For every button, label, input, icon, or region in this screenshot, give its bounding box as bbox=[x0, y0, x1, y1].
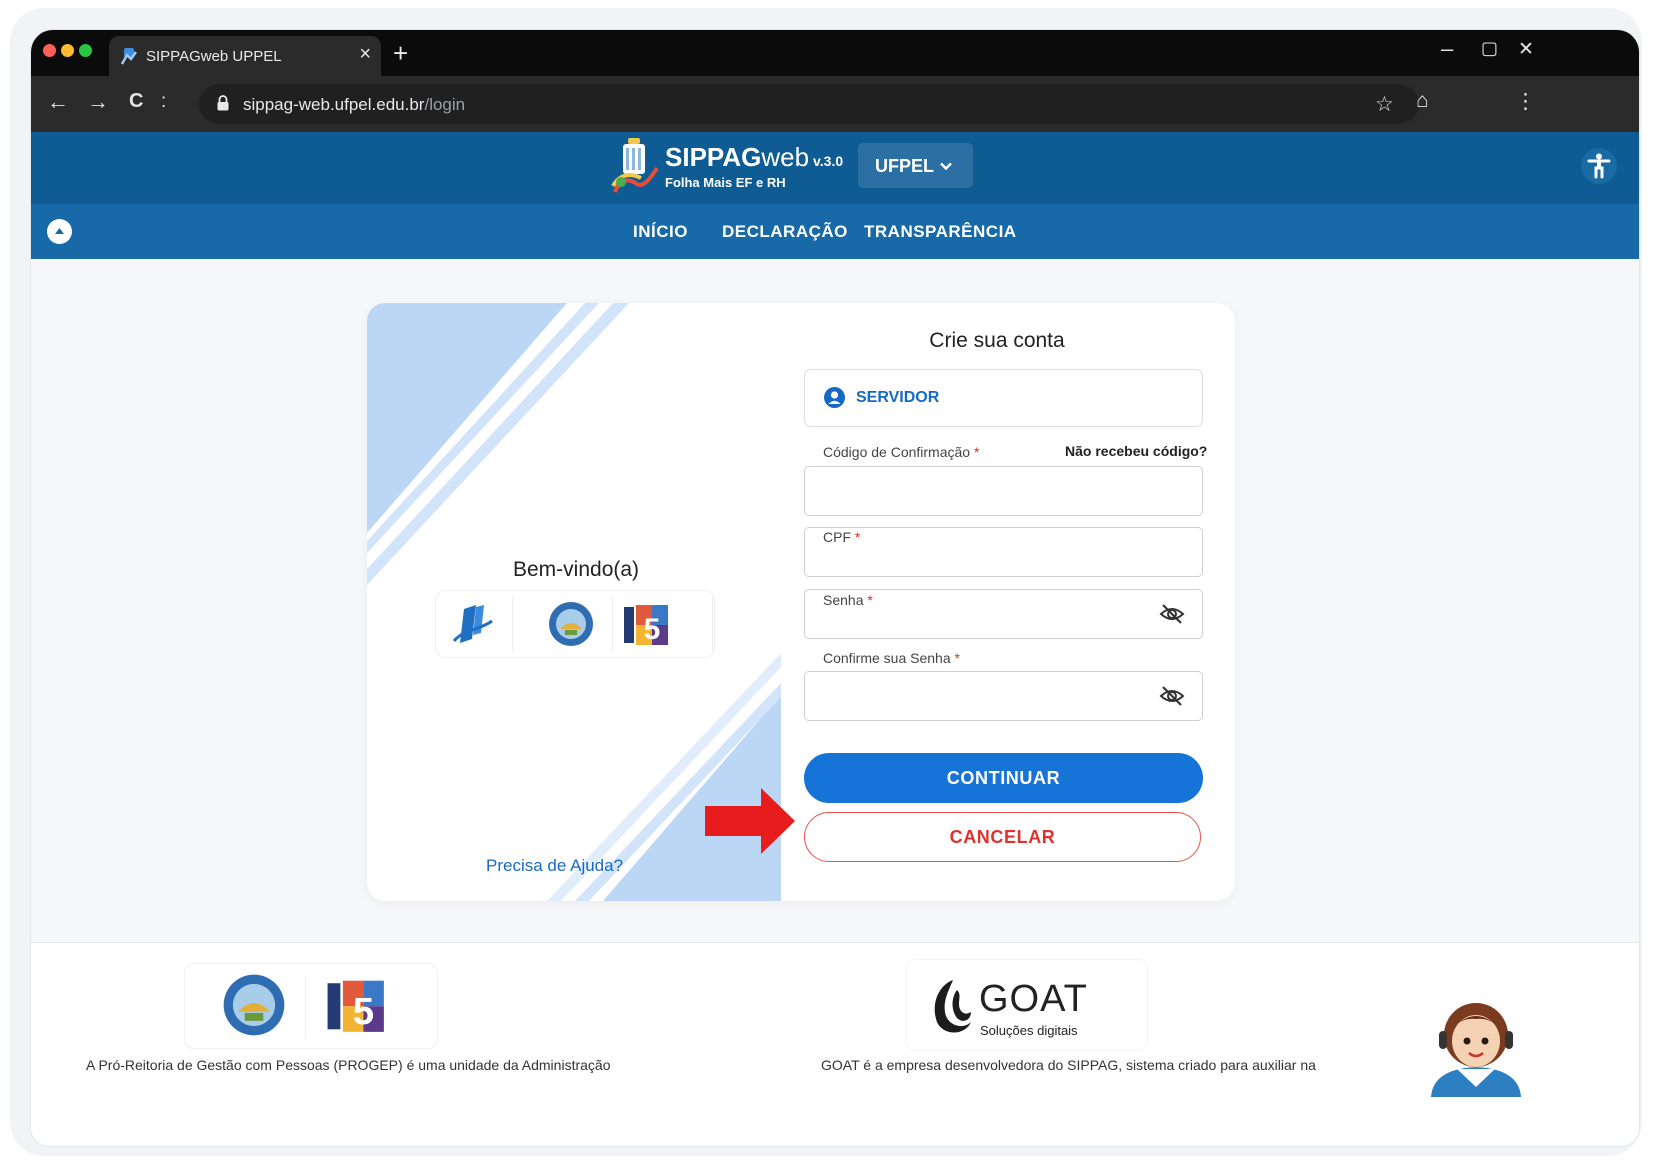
user-circle-icon bbox=[824, 387, 845, 408]
new-tab-icon[interactable]: + bbox=[393, 38, 408, 69]
password-input[interactable] bbox=[817, 610, 1151, 634]
cpf-field[interactable]: CPF * bbox=[804, 527, 1203, 577]
red-arrow-annotation bbox=[705, 788, 795, 854]
code-field-label: Código de Confirmação * bbox=[819, 444, 984, 460]
nav-inicio[interactable]: INÍCIO bbox=[633, 222, 688, 242]
nav-transparencia[interactable]: TRANSPARÊNCIA bbox=[864, 222, 1017, 242]
continue-button[interactable]: CONTINUAR bbox=[804, 753, 1203, 803]
ufpel-55-logo-icon: 5 bbox=[624, 605, 668, 646]
confirm-password-input[interactable] bbox=[817, 692, 1151, 716]
logo-divider bbox=[712, 597, 713, 651]
code-input[interactable] bbox=[817, 487, 1151, 511]
url-host: sippag-web.ufpel.edu.br bbox=[243, 95, 425, 114]
form-title: Crie sua conta bbox=[929, 329, 1065, 352]
nav-declaracao[interactable]: DECLARAÇÃO bbox=[722, 222, 848, 242]
eye-off-icon[interactable] bbox=[1159, 685, 1185, 707]
goat-description: GOAT é a empresa desenvolvedora do SIPPA… bbox=[821, 1057, 1316, 1073]
browser-toolbar: ← → C : sippag-web.ufpel.edu.br/login ☆ … bbox=[31, 76, 1639, 132]
address-bar[interactable]: sippag-web.ufpel.edu.br/login ☆ bbox=[199, 84, 1419, 124]
brand-version: v.3.0 bbox=[813, 153, 844, 169]
url-text: sippag-web.ufpel.edu.br/login bbox=[243, 95, 465, 115]
page-footer: 5 GOAT Soluções digitais A Pró-Reitoria … bbox=[31, 942, 1639, 1146]
chevron-up-icon bbox=[55, 228, 64, 234]
cancel-button[interactable]: CANCELAR bbox=[804, 812, 1201, 862]
brand-subtitle: Folha Mais EF e RH bbox=[665, 175, 786, 190]
chevron-down-icon bbox=[940, 162, 952, 171]
institution-select[interactable]: UFPEL bbox=[858, 143, 973, 188]
progep-seal-icon bbox=[223, 974, 285, 1036]
back-icon[interactable]: ← bbox=[47, 89, 69, 115]
sippag-favicon-icon bbox=[121, 48, 137, 65]
partner-logos: 5 bbox=[435, 590, 715, 658]
code-field[interactable] bbox=[804, 466, 1203, 516]
tab-bar: SIPPAGweb UPPEL × + – ▢ ✕ bbox=[31, 30, 1639, 76]
password-field-label: Senha * bbox=[819, 592, 877, 608]
virtual-assistant-avatar[interactable] bbox=[1421, 987, 1531, 1097]
confirm-field-label: Confirme sua Senha * bbox=[819, 650, 964, 666]
resend-code-link[interactable]: Não recebeu código? bbox=[1065, 443, 1207, 459]
svg-text:5: 5 bbox=[644, 613, 661, 646]
cpf-field-label: CPF * bbox=[819, 529, 865, 545]
browser-tab[interactable]: SIPPAGweb UPPEL × bbox=[109, 36, 381, 76]
logo-divider bbox=[512, 597, 513, 651]
sippag-logo-icon bbox=[452, 605, 493, 643]
user-type-label: SERVIDOR bbox=[856, 389, 940, 406]
accessibility-icon[interactable] bbox=[1581, 148, 1617, 184]
password-field[interactable]: Senha * bbox=[804, 589, 1203, 639]
required-mark: * bbox=[973, 444, 980, 460]
site-info-icon[interactable]: : bbox=[161, 91, 166, 113]
cpf-input[interactable] bbox=[817, 548, 1151, 572]
brand-name-light: web bbox=[761, 142, 810, 172]
browser-menu-icon[interactable]: ⋮ bbox=[1515, 89, 1536, 114]
extensions-icon[interactable]: ⌂ bbox=[1416, 89, 1429, 113]
code-label-text: Código de Confirmação bbox=[823, 444, 971, 460]
logo-divider bbox=[612, 597, 613, 651]
footer-partner-logos: 5 bbox=[184, 963, 438, 1049]
help-link[interactable]: Precisa de Ajuda? bbox=[486, 856, 623, 876]
reload-icon[interactable]: C bbox=[129, 90, 143, 113]
tab-close-icon[interactable]: × bbox=[359, 43, 371, 66]
bookmark-star-icon[interactable]: ☆ bbox=[1375, 92, 1394, 117]
required-mark: * bbox=[954, 650, 960, 666]
goat-logo-icon bbox=[934, 980, 971, 1033]
welcome-heading: Bem-vindo(a) bbox=[513, 558, 640, 581]
minimize-window-dot[interactable] bbox=[61, 44, 74, 57]
close-icon[interactable]: ✕ bbox=[1518, 38, 1534, 61]
url-path: /login bbox=[424, 95, 466, 114]
required-mark: * bbox=[867, 592, 873, 608]
main-nav: INÍCIO DECLARAÇÃO TRANSPARÊNCIA bbox=[31, 204, 1639, 259]
signup-card: Bem-vindo(a) 5 Precisa de Ajuda? Crie su… bbox=[367, 303, 1235, 901]
user-type-selector[interactable]: SERVIDOR bbox=[804, 369, 1203, 427]
tab-title: SIPPAGweb UPPEL bbox=[146, 48, 282, 65]
goat-tagline: Soluções digitais bbox=[980, 1023, 1078, 1038]
eye-off-icon[interactable] bbox=[1159, 603, 1185, 625]
password-label-text: Senha bbox=[823, 592, 864, 608]
brand-name-bold: SIPPAG bbox=[665, 142, 762, 172]
app-header: SIPPAGweb v.3.0 Folha Mais EF e RH UFPEL bbox=[31, 132, 1639, 204]
svg-text:5: 5 bbox=[353, 990, 374, 1033]
zoom-window-dot[interactable] bbox=[79, 44, 92, 57]
goat-logo: GOAT Soluções digitais bbox=[906, 959, 1148, 1051]
logo-divider bbox=[305, 974, 306, 1038]
sippag-logo-icon bbox=[611, 138, 659, 193]
forward-icon[interactable]: → bbox=[87, 89, 109, 115]
institution-label: UFPEL bbox=[875, 156, 935, 176]
progep-description: A Pró-Reitoria de Gestão com Pessoas (PR… bbox=[86, 1057, 611, 1073]
progep-seal-icon bbox=[549, 602, 593, 646]
lock-icon bbox=[217, 95, 229, 111]
cpf-label-text: CPF bbox=[823, 529, 851, 545]
brand-name: SIPPAGweb v.3.0 bbox=[665, 142, 843, 173]
nav-toggle-button[interactable] bbox=[47, 219, 72, 244]
maximize-icon[interactable]: ▢ bbox=[1481, 38, 1498, 59]
minimize-icon[interactable]: – bbox=[1441, 36, 1453, 62]
confirm-password-field[interactable] bbox=[804, 671, 1203, 721]
required-mark: * bbox=[854, 529, 861, 545]
ufpel-55-logo-icon: 5 bbox=[327, 980, 384, 1033]
browser-window: SIPPAGweb UPPEL × + – ▢ ✕ ← → C : sippag… bbox=[31, 30, 1639, 1146]
close-window-dot[interactable] bbox=[43, 44, 56, 57]
goat-name: GOAT bbox=[979, 978, 1088, 1020]
confirm-label-text: Confirme sua Senha bbox=[823, 650, 951, 666]
